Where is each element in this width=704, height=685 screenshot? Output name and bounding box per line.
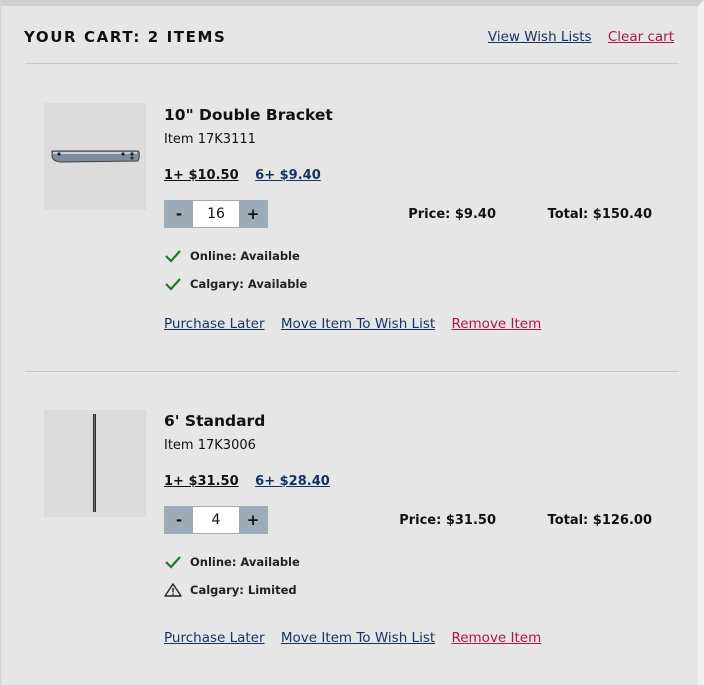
remove-item-link[interactable]: Remove Item	[451, 316, 541, 332]
product-image-standard[interactable]	[44, 410, 146, 517]
item-actions: Purchase Later Move Item To Wish List Re…	[164, 316, 541, 332]
quantity-stepper: - +	[164, 506, 268, 534]
remove-item-link[interactable]: Remove Item	[451, 630, 541, 646]
online-availability: Online: Available	[164, 555, 300, 569]
price-tier-1[interactable]: 1+ $31.50	[164, 474, 239, 489]
purchase-later-link[interactable]: Purchase Later	[164, 630, 265, 646]
store-availability: Calgary: Limited	[164, 583, 297, 597]
cart-panel: YOUR CART: 2 ITEMS View Wish Lists Clear…	[0, 0, 704, 685]
product-sku: Item 17K3006	[164, 438, 256, 453]
divider	[25, 371, 679, 372]
warning-icon	[164, 583, 182, 597]
cart-item: 6' Standard Item 17K3006 1+ $31.50 6+ $2…	[1, 6, 698, 646]
standard-image	[93, 414, 96, 512]
price-tiers: 1+ $31.50 6+ $28.40	[164, 474, 330, 489]
move-to-wish-list-link[interactable]: Move Item To Wish List	[281, 630, 435, 646]
price-tier-6[interactable]: 6+ $28.40	[255, 474, 330, 489]
move-to-wish-list-link[interactable]: Move Item To Wish List	[281, 316, 435, 332]
store-availability-text: Calgary: Limited	[190, 583, 297, 597]
line-total: Total: $126.00	[547, 513, 652, 528]
product-name[interactable]: 6' Standard	[164, 412, 265, 430]
online-availability-text: Online: Available	[190, 555, 300, 569]
increment-button[interactable]: +	[239, 507, 267, 533]
item-actions: Purchase Later Move Item To Wish List Re…	[164, 630, 541, 646]
check-icon	[165, 556, 181, 569]
decrement-button[interactable]: -	[165, 507, 193, 533]
unit-price: Price: $31.50	[399, 513, 496, 528]
quantity-input[interactable]	[193, 507, 239, 533]
purchase-later-link[interactable]: Purchase Later	[164, 316, 265, 332]
